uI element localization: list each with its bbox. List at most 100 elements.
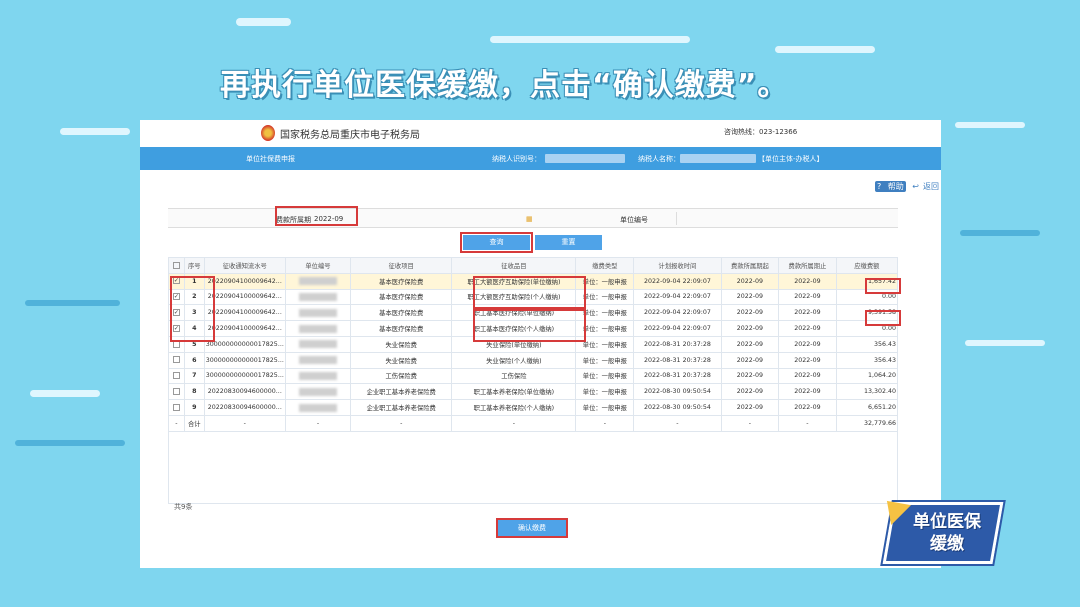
row-to: 2022-09 [778, 351, 837, 369]
row-to: 2022-09 [778, 272, 837, 290]
row-from: 2022-09 [720, 272, 780, 290]
row-from: 2022-09 [720, 288, 780, 306]
total-dash: - [203, 414, 286, 432]
help-button[interactable]: ? 帮助 [874, 181, 906, 192]
col-header: 费款所属期起 [720, 257, 780, 274]
col-header: 征收通知流水号 [203, 257, 286, 274]
taxpayer-id-masked [545, 154, 625, 163]
row-serial: 300000000000017825... [203, 335, 286, 353]
badge-line-2: 缓缴 [930, 534, 964, 554]
row-unit-no [284, 399, 352, 416]
taxpayer-name-label: 纳税人名称： [638, 155, 680, 163]
user-role: 【单位主体-办税人】 [758, 155, 824, 163]
row-item: 工伤保险费 [350, 367, 453, 385]
row-type: 单位：一般申报 [575, 367, 635, 385]
topic-badge: 单位医保 缓缴 [877, 491, 1006, 572]
row-from: 2022-09 [720, 335, 780, 353]
row-amount: 356.43 [835, 335, 899, 353]
total-dash: - [575, 414, 635, 432]
help-toolbar: ? 帮助 ↩ 返回 [871, 181, 939, 192]
row-item: 企业职工基本养老保险费 [350, 383, 453, 401]
reset-button[interactable]: 重置 [535, 235, 602, 250]
row-subitem: 失业保险(个人缴纳) [451, 351, 577, 369]
col-header: 单位编号 [284, 257, 352, 274]
row-item: 基本医疗保险费 [350, 304, 453, 322]
decor-stroke [30, 390, 100, 397]
row-serial: 20220904100009642... [203, 304, 286, 322]
row-time: 2022-09-04 22:09:07 [633, 272, 722, 290]
total-label: 合计 [183, 414, 205, 432]
row-checkbox[interactable] [168, 351, 185, 369]
decor-stroke [490, 36, 690, 43]
amount-highlight-1 [865, 278, 901, 294]
site-header: 国家税务总局重庆市电子税务局 咨询热线：023-12366 [140, 120, 941, 147]
amount-highlight-2 [865, 310, 901, 326]
row-amount: 1,064.20 [835, 367, 899, 385]
row-from: 2022-09 [720, 399, 780, 416]
row-checkbox[interactable] [168, 383, 185, 401]
row-to: 2022-09 [778, 288, 837, 306]
row-to: 2022-09 [778, 320, 837, 337]
taxpayer-id-label: 纳税人识别号： [492, 155, 541, 163]
row-item: 企业职工基本养老保险费 [350, 399, 453, 416]
row-from: 2022-09 [720, 351, 780, 369]
row-time: 2022-09-04 22:09:07 [633, 320, 722, 337]
row-time: 2022-09-04 22:09:07 [633, 304, 722, 322]
row-type: 单位：一般申报 [575, 383, 635, 401]
row-serial: 20220904100009642... [203, 272, 286, 290]
checkbox-highlight [170, 276, 215, 342]
row-serial: 300000000000017825... [203, 367, 286, 385]
table-header-row: 序号 征收通知流水号 单位编号 征收项目 征收品目 缴费类型 计划报收时间 费款… [168, 257, 899, 274]
table-row[interactable]: 7 300000000000017825... 工伤保险费 工伤保险 单位：一般申报 20… [168, 367, 899, 385]
row-serial: 20220904100009642... [203, 288, 286, 306]
decor-stroke [15, 440, 125, 446]
row-unit-no [284, 272, 352, 290]
row-serial: 20220830094600000... [203, 399, 286, 416]
row-seq: 9 [183, 399, 205, 416]
info-bar: 单位社保费申报 纳税人识别号： 纳税人名称： 【单位主体-办税人】 [140, 147, 941, 170]
select-all-checkbox[interactable] [168, 257, 185, 274]
query-highlight [460, 232, 533, 253]
total-row: - 合计 - - - - - - - -32,779.66 [168, 414, 899, 432]
col-header: 征收项目 [350, 257, 453, 274]
row-time: 2022-08-30 09:50:54 [633, 383, 722, 401]
row-amount: 6,651.20 [835, 399, 899, 416]
unit-no-input[interactable] [676, 212, 896, 225]
back-button[interactable]: ↩ 返回 [912, 182, 939, 191]
row-seq: 8 [183, 383, 205, 401]
badge-line-1: 单位医保 [913, 512, 981, 532]
row-to: 2022-09 [778, 367, 837, 385]
unit-no-label: 单位编号 [620, 216, 648, 224]
col-header: 序号 [183, 257, 205, 274]
confirm-payment-button[interactable]: 确认缴费 [496, 518, 568, 538]
calendar-icon[interactable]: ▦ [526, 215, 533, 223]
national-emblem-icon [261, 125, 275, 141]
row-seq: 6 [183, 351, 205, 369]
row-subitem: 职工基本养老保险(个人缴纳) [451, 399, 577, 416]
row-amount: 356.43 [835, 351, 899, 369]
total-amount: 32,779.66 [835, 414, 899, 432]
row-unit-no [284, 288, 352, 306]
row-item: 基本医疗保险费 [350, 320, 453, 337]
table-row[interactable]: 8 20220830094600000... 企业职工基本养老保险费 职工基本养老保险… [168, 383, 899, 401]
total-dash: - [168, 414, 185, 432]
row-checkbox[interactable] [168, 367, 185, 385]
col-header: 费款所属期止 [778, 257, 837, 274]
subitem-highlight-2 [473, 309, 586, 342]
row-checkbox[interactable] [168, 399, 185, 416]
hotline: 咨询热线：023-12366 [724, 128, 798, 136]
col-header: 征收品目 [451, 257, 577, 274]
row-from: 2022-09 [720, 367, 780, 385]
table-row[interactable]: 9 20220830094600000... 企业职工基本养老保险费 职工基本养老保险… [168, 399, 899, 416]
row-time: 2022-08-31 20:37:28 [633, 351, 722, 369]
decor-stroke [960, 230, 1040, 236]
table-row[interactable]: 6 300000000000017825... 失业保险费 失业保险(个人缴纳) 单位：… [168, 351, 899, 369]
row-seq: 7 [183, 367, 205, 385]
row-to: 2022-09 [778, 399, 837, 416]
row-amount: 13,302.40 [835, 383, 899, 401]
row-unit-no [284, 351, 352, 369]
module-title: 单位社保费申报 [246, 155, 295, 163]
row-type: 单位：一般申报 [575, 351, 635, 369]
row-item: 基本医疗保险费 [350, 272, 453, 290]
row-unit-no [284, 367, 352, 385]
